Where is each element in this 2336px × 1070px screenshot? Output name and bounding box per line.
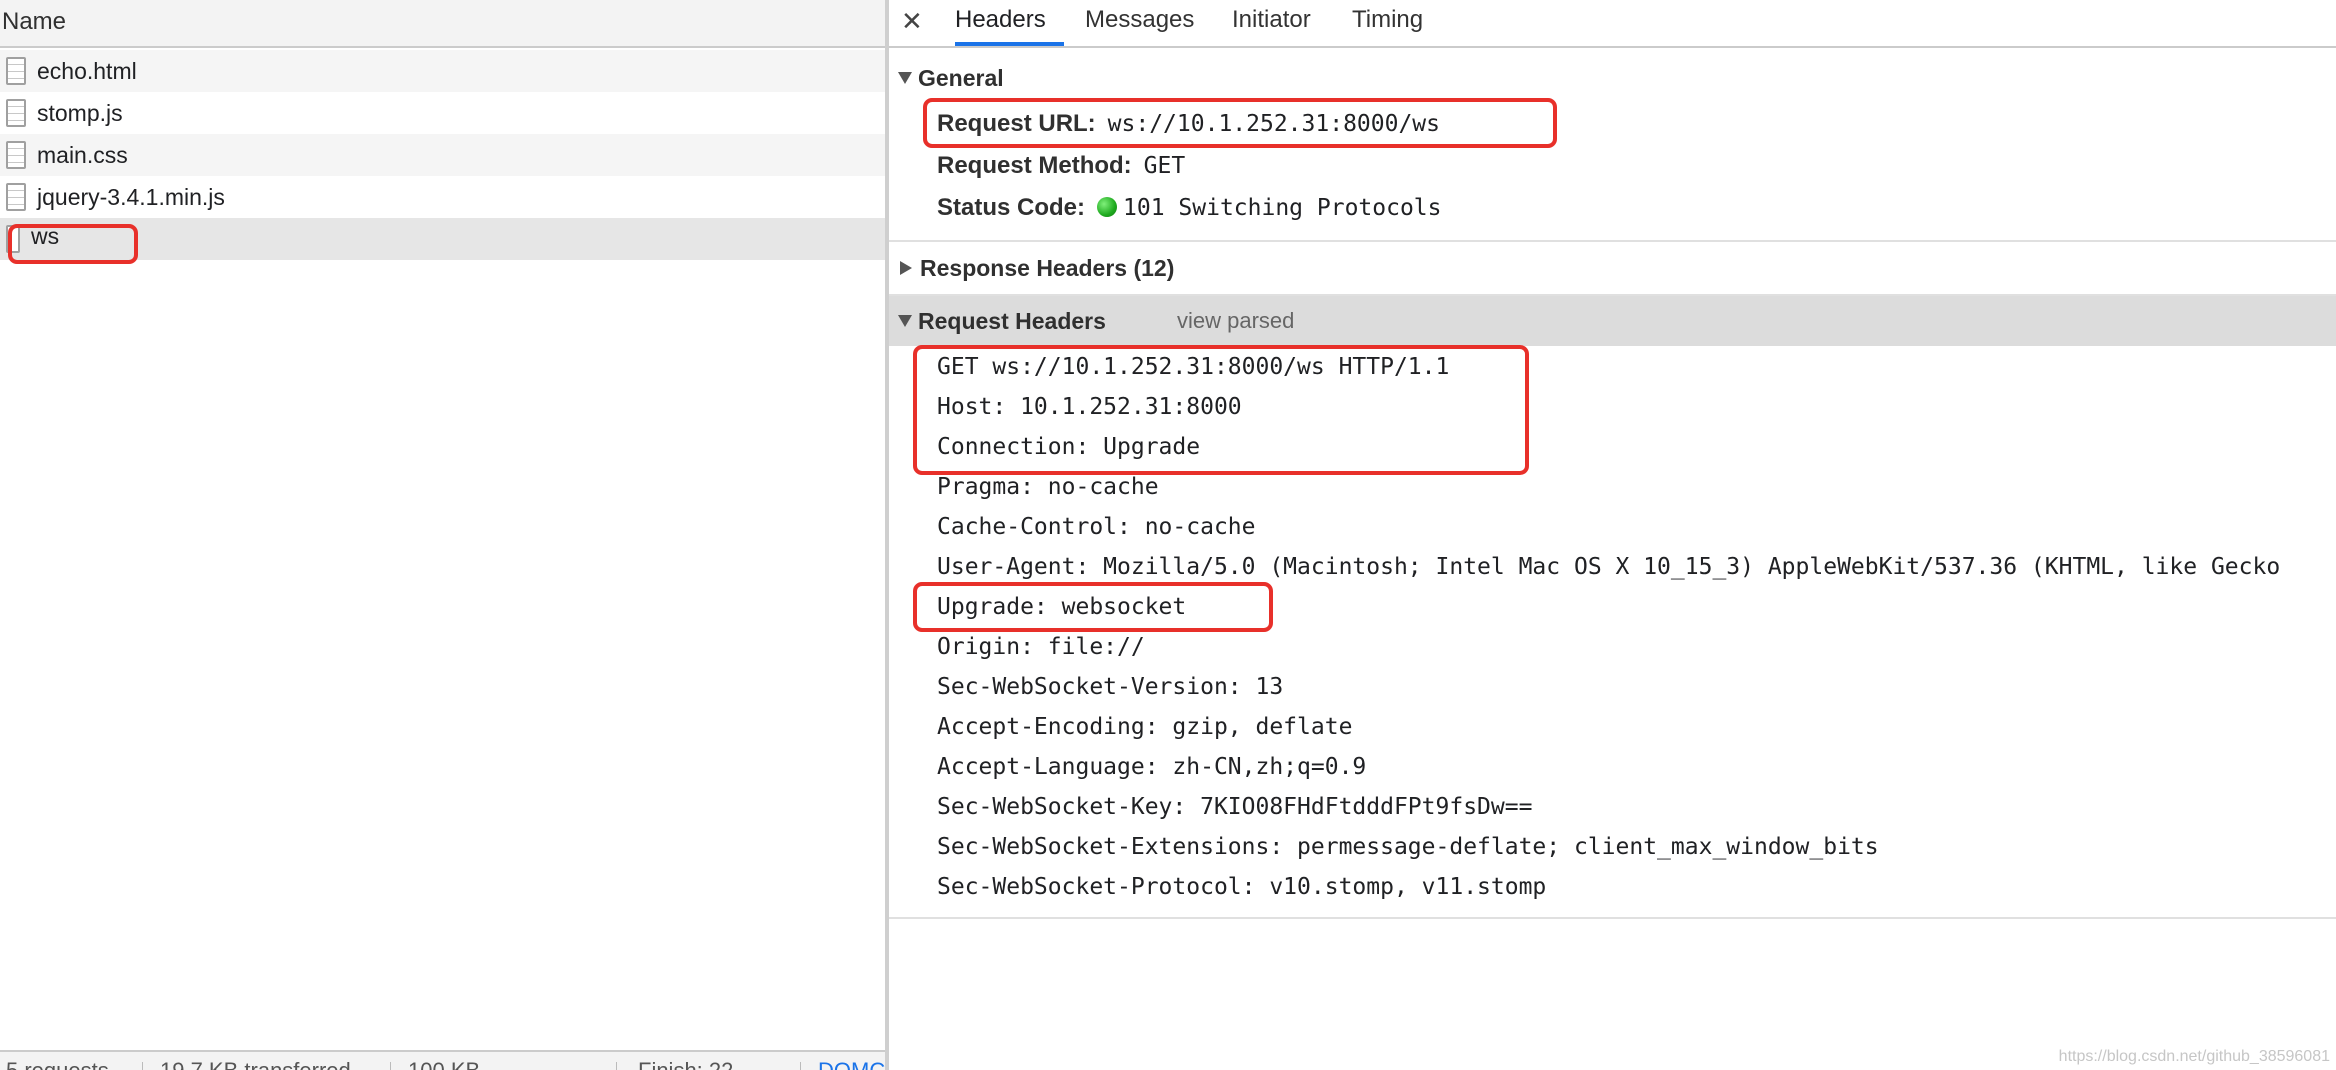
response-headers-title: Response Headers (12) bbox=[920, 254, 1175, 281]
raw-header-line[interactable]: Pragma: no-cache bbox=[937, 472, 1159, 502]
raw-header-line[interactable]: GET ws://10.1.252.31:8000/ws HTTP/1.1 bbox=[937, 352, 1449, 382]
request-details-pane: ✕ Headers Messages Initiator Timing Gene… bbox=[889, 0, 2336, 1070]
document-icon bbox=[6, 57, 26, 85]
document-icon bbox=[6, 225, 20, 253]
response-headers-toggle[interactable]: Response Headers (12) bbox=[889, 250, 2336, 286]
status-code-key: Status Code: bbox=[937, 194, 1086, 221]
watermark-text: https://blog.csdn.net/github_38596081 bbox=[2058, 1048, 2330, 1065]
request-headers-title: Request Headers bbox=[918, 307, 1106, 334]
raw-header-line[interactable]: Accept-Language: zh-CN,zh;q=0.9 bbox=[937, 752, 1366, 782]
request-url-value[interactable]: ws://10.1.252.31:8000/ws bbox=[1108, 111, 1440, 137]
request-name: main.css bbox=[37, 141, 128, 168]
raw-header-line[interactable]: Cache-Control: no-cache bbox=[937, 512, 1256, 542]
status-code-row: Status Code: 101 Switching Protocols bbox=[937, 194, 1442, 222]
raw-header-line[interactable]: Upgrade: websocket bbox=[937, 592, 1186, 622]
resource-size: 100 KB bbox=[408, 1060, 480, 1070]
status-divider bbox=[390, 1062, 391, 1070]
tab-initiator[interactable]: Initiator bbox=[1232, 0, 1311, 46]
raw-header-line[interactable]: Origin: file:// bbox=[937, 632, 1145, 662]
request-name: echo.html bbox=[37, 57, 137, 84]
request-row-ws[interactable]: ws bbox=[0, 218, 885, 260]
request-list-pane: Name echo.html stomp.js main.css jquery-… bbox=[0, 0, 885, 1070]
request-url-row: Request URL: ws://10.1.252.31:8000/ws bbox=[937, 110, 1440, 138]
request-count: 5 requests bbox=[6, 1060, 109, 1070]
request-list: echo.html stomp.js main.css jquery-3.4.1… bbox=[0, 50, 885, 260]
raw-header-line[interactable]: Sec-WebSocket-Version: 13 bbox=[937, 672, 1283, 702]
raw-header-line[interactable]: Sec-WebSocket-Key: 7KIO08FHdFtdddFPt9fsD… bbox=[937, 792, 1532, 822]
request-row-main-css[interactable]: main.css bbox=[0, 134, 885, 176]
status-code-value[interactable]: 101 Switching Protocols bbox=[1123, 195, 1442, 221]
triangle-right-icon bbox=[900, 261, 912, 275]
raw-header-line[interactable]: Sec-WebSocket-Extensions: permessage-def… bbox=[937, 832, 1879, 862]
transferred-size: 19.7 KB transferred bbox=[160, 1060, 351, 1070]
triangle-down-icon bbox=[898, 72, 912, 84]
general-title: General bbox=[918, 64, 1004, 91]
request-row-echo-html[interactable]: echo.html bbox=[0, 50, 885, 92]
general-section: General bbox=[889, 60, 2336, 96]
raw-header-line[interactable]: Accept-Encoding: gzip, deflate bbox=[937, 712, 1352, 742]
raw-header-line[interactable]: User-Agent: Mozilla/5.0 (Macintosh; Inte… bbox=[937, 552, 2280, 582]
status-divider bbox=[800, 1062, 801, 1070]
network-status-bar: 5 requests 19.7 KB transferred 100 KB Fi… bbox=[0, 1050, 885, 1070]
status-divider bbox=[616, 1062, 617, 1070]
request-name: ws bbox=[31, 222, 60, 249]
request-url-key: Request URL: bbox=[937, 110, 1096, 137]
finish-time: Finish: 22... bbox=[638, 1060, 752, 1070]
status-divider bbox=[142, 1062, 143, 1070]
raw-header-line[interactable]: Host: 10.1.252.31:8000 bbox=[937, 392, 1242, 422]
request-row-jquery-js[interactable]: jquery-3.4.1.min.js bbox=[0, 176, 885, 218]
name-column-header[interactable]: Name bbox=[0, 0, 885, 48]
tab-messages[interactable]: Messages bbox=[1085, 0, 1194, 46]
tab-headers[interactable]: Headers bbox=[955, 0, 1064, 46]
request-method-row: Request Method: GET bbox=[937, 152, 1185, 180]
document-icon bbox=[6, 183, 26, 211]
request-method-key: Request Method: bbox=[937, 152, 1132, 179]
dom-content-loaded: DOMC... bbox=[818, 1060, 885, 1070]
request-method-value[interactable]: GET bbox=[1144, 153, 1186, 179]
details-tabbar: ✕ Headers Messages Initiator Timing bbox=[889, 0, 2336, 48]
section-divider bbox=[889, 240, 2336, 242]
status-ok-icon bbox=[1097, 197, 1118, 217]
raw-header-line[interactable]: Connection: Upgrade bbox=[937, 432, 1200, 462]
request-headers-toggle[interactable]: Request Headers bbox=[898, 296, 1106, 346]
document-icon bbox=[6, 141, 26, 169]
close-icon[interactable]: ✕ bbox=[901, 4, 923, 38]
tab-timing[interactable]: Timing bbox=[1352, 0, 1423, 46]
response-headers-section: Response Headers (12) bbox=[889, 250, 2336, 286]
request-name: stomp.js bbox=[37, 99, 123, 126]
section-divider bbox=[889, 917, 2336, 919]
request-headers-section-header: Request Headers view parsed bbox=[889, 296, 2336, 346]
triangle-down-icon bbox=[898, 315, 912, 327]
request-row-stomp-js[interactable]: stomp.js bbox=[0, 92, 885, 134]
raw-header-line[interactable]: Sec-WebSocket-Protocol: v10.stomp, v11.s… bbox=[937, 872, 1546, 902]
request-name: jquery-3.4.1.min.js bbox=[37, 183, 225, 210]
document-icon bbox=[6, 99, 26, 127]
view-parsed-link[interactable]: view parsed bbox=[1177, 296, 1294, 346]
general-section-toggle[interactable]: General bbox=[889, 60, 2336, 96]
